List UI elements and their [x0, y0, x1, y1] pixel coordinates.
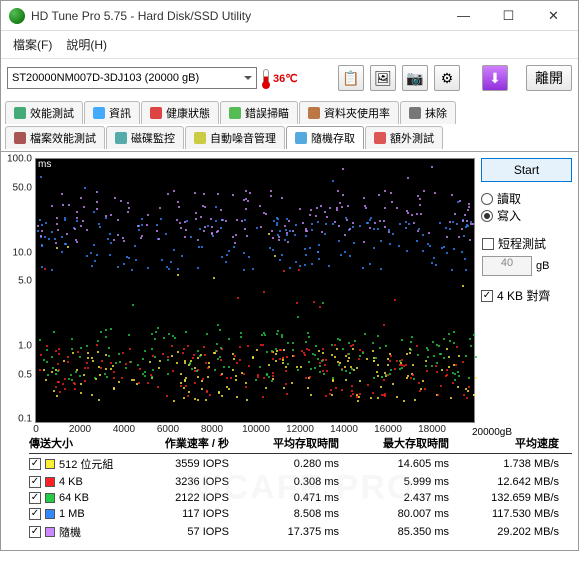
short-test-checkbox[interactable]: 短程測試	[482, 235, 571, 252]
tab-3[interactable]: 錯誤掃瞄	[220, 101, 298, 124]
drive-select[interactable]: ST20000NM007D-3DJ103 (20000 gB)	[7, 67, 257, 89]
tab-1[interactable]: 資訊	[84, 101, 140, 124]
tab-7[interactable]: 磁碟監控	[106, 126, 184, 149]
close-button[interactable]: ✕	[531, 2, 576, 30]
results-table: NICAFE PRO 傳送大小 作業速率 / 秒 平均存取時間 最大存取時間 平…	[29, 433, 572, 542]
result-row-3: ✓1 MB117 IOPS8.508 ms80.007 ms117.530 MB…	[29, 506, 572, 522]
tab-6[interactable]: 檔案效能測試	[5, 126, 105, 149]
tab-8[interactable]: 自動噪音管理	[185, 126, 285, 149]
tab-bar: 效能測試資訊健康狀態錯誤掃瞄資料夾使用率抹除檔案效能測試磁碟監控自動噪音管理隨機…	[1, 97, 578, 152]
temperature-display: 36℃	[263, 69, 298, 87]
minimize-button[interactable]: —	[441, 2, 486, 30]
col-avg: 平均存取時間	[229, 435, 339, 451]
short-gb-input: 40	[482, 256, 532, 276]
app-icon	[9, 8, 25, 24]
y-unit-label: ms	[38, 159, 51, 170]
result-row-1: ✓4 KB3236 IOPS0.308 ms5.999 ms12.642 MB/…	[29, 474, 572, 490]
col-max: 最大存取時間	[339, 435, 449, 451]
tab-4[interactable]: 資料夾使用率	[299, 101, 399, 124]
result-row-0: ✓512 位元組3559 IOPS0.280 ms14.605 ms1.738 …	[29, 454, 572, 474]
tab-2[interactable]: 健康狀態	[141, 101, 219, 124]
row-checkbox[interactable]: ✓	[29, 458, 41, 470]
result-row-2: ✓64 KB2122 IOPS0.471 ms2.437 ms132.659 M…	[29, 490, 572, 506]
tab-5[interactable]: 抹除	[400, 101, 456, 124]
maximize-button[interactable]: ☐	[486, 2, 531, 30]
thermometer-icon	[263, 69, 269, 87]
window-titlebar: HD Tune Pro 5.75 - Hard Disk/SSD Utility…	[1, 1, 578, 31]
window-title: HD Tune Pro 5.75 - Hard Disk/SSD Utility	[31, 9, 441, 23]
row-checkbox[interactable]: ✓	[29, 526, 41, 538]
col-iops: 作業速率 / 秒	[119, 435, 229, 451]
start-button[interactable]: Start	[481, 158, 572, 182]
random-access-chart: ms 100.050.010.05.01.00.50.1 02000400060…	[35, 158, 475, 423]
menu-file[interactable]: 檔案(F)	[7, 33, 58, 56]
toolbar: ST20000NM007D-3DJ103 (20000 gB) 36℃ 📋 🖼 …	[1, 59, 578, 97]
align-checkbox[interactable]: ✓4 KB 對齊	[481, 287, 572, 304]
row-checkbox[interactable]: ✓	[29, 492, 41, 504]
options-button[interactable]: ⚙	[434, 65, 460, 91]
write-radio[interactable]: 寫入	[481, 207, 572, 224]
save-button[interactable]: ⬇	[482, 65, 508, 91]
tab-9[interactable]: 隨機存取	[286, 126, 364, 149]
col-speed: 平均速度	[449, 435, 559, 451]
exit-button[interactable]: 離開	[526, 65, 572, 91]
menubar: 檔案(F) 說明(H)	[1, 31, 578, 59]
row-checkbox[interactable]: ✓	[29, 476, 41, 488]
gb-unit-label: gB	[536, 260, 549, 272]
col-size: 傳送大小	[29, 435, 119, 451]
drive-select-value: ST20000NM007D-3DJ103 (20000 gB)	[12, 72, 199, 84]
camera-button[interactable]: 📷	[402, 65, 428, 91]
read-radio[interactable]: 讀取	[481, 190, 572, 207]
result-row-4: ✓隨機57 IOPS17.375 ms85.350 ms29.202 MB/s	[29, 522, 572, 542]
row-checkbox[interactable]: ✓	[29, 508, 41, 520]
tab-0[interactable]: 效能測試	[5, 101, 83, 124]
temperature-value: 36℃	[273, 72, 298, 85]
screenshot-button[interactable]: 🖼	[370, 65, 396, 91]
copy-button[interactable]: 📋	[338, 65, 364, 91]
menu-help[interactable]: 說明(H)	[60, 33, 113, 56]
tab-10[interactable]: 額外測試	[365, 126, 443, 149]
